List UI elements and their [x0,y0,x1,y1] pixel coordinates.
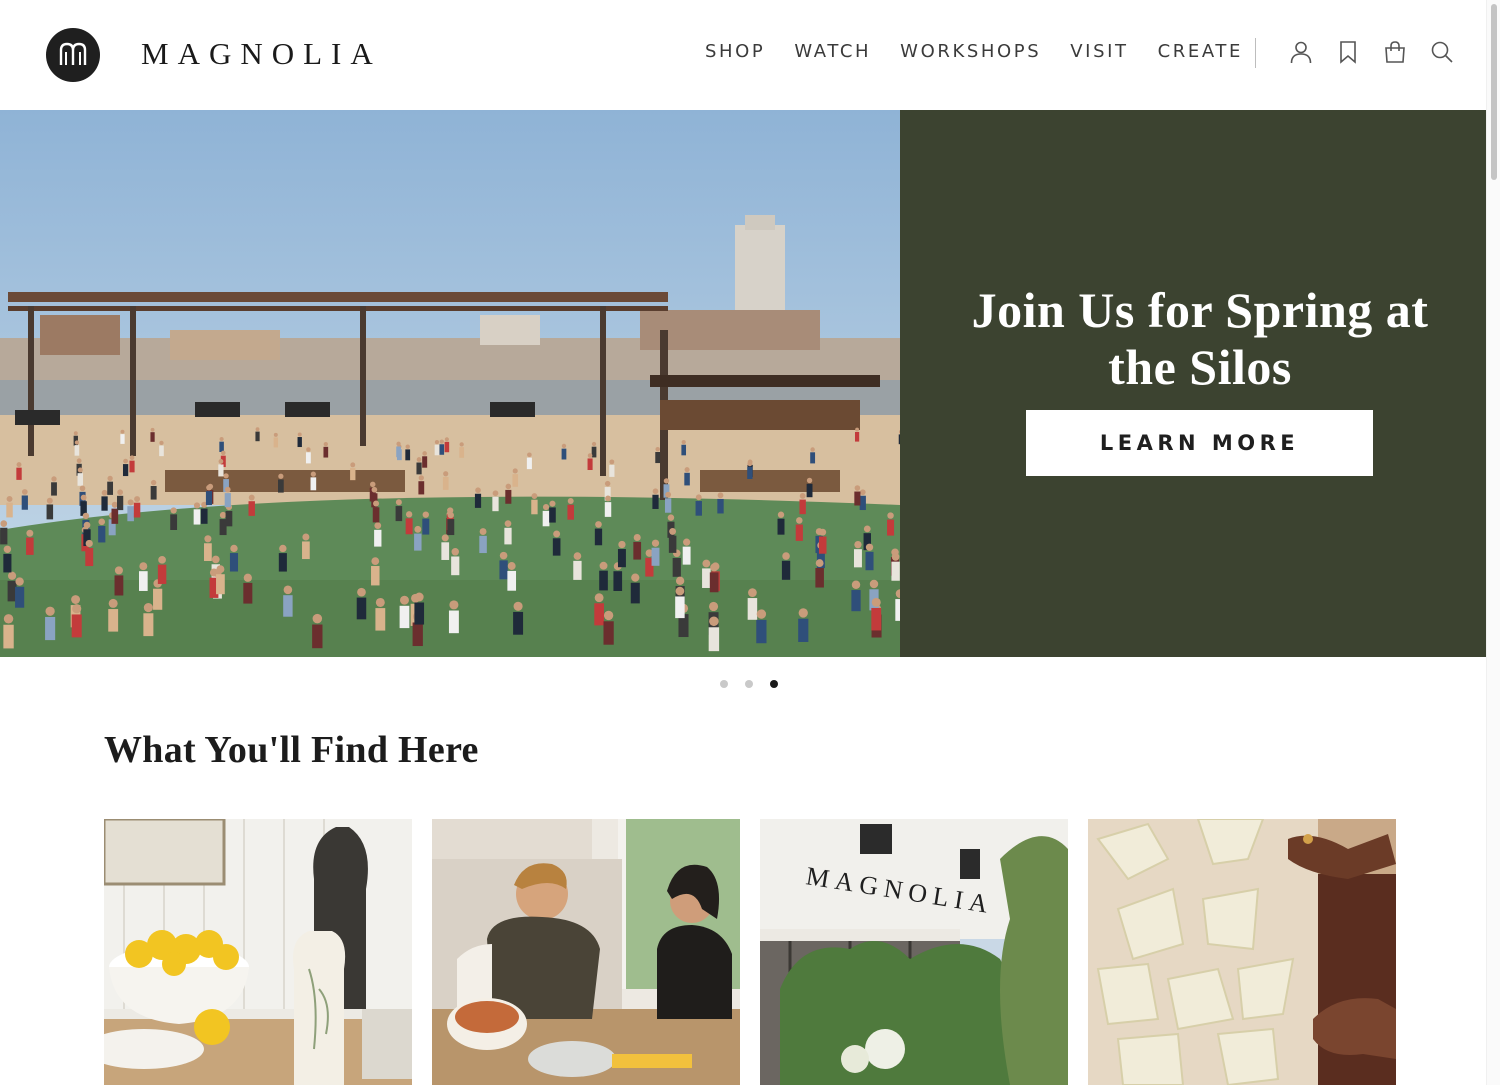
hero-title: Join Us for Spring at the Silos [971,282,1429,395]
nav-shop[interactable]: SHOP [705,41,765,62]
shopping-bag-icon[interactable] [1383,40,1407,64]
nav-divider [1255,38,1256,68]
bookmark-icon[interactable] [1336,40,1360,64]
scrollbar-thumb[interactable] [1491,4,1497,180]
hero-image [0,110,900,657]
nav-visit[interactable]: VISIT [1070,41,1128,62]
carousel-dot-3[interactable] [770,680,778,688]
card-lemons-tableware[interactable] [104,819,412,1085]
magnolia-logo-icon[interactable] [46,28,100,82]
main-nav: SHOP WATCH WORKSHOPS VISIT CREATE [705,41,1243,62]
brand-wordmark[interactable]: MAGNOLIA [141,36,382,72]
card-couple-cooking[interactable] [432,819,740,1085]
nav-workshops[interactable]: WORKSHOPS [900,41,1041,62]
user-icon[interactable] [1289,40,1313,64]
nav-watch[interactable]: WATCH [794,41,871,62]
hero-panel: Join Us for Spring at the Silos LEARN MO… [900,110,1500,657]
carousel-dots [720,680,778,688]
search-icon[interactable] [1430,40,1454,64]
card-magnolia-storefront[interactable]: MAGNOLIA [760,819,1068,1085]
carousel-dot-2[interactable] [745,680,753,688]
site-header: MAGNOLIA SHOP WATCH WORKSHOPS VISIT CREA… [0,0,1500,110]
card-scones-dough[interactable] [1088,819,1396,1085]
learn-more-button[interactable]: LEARN MORE [1026,410,1373,476]
section-title: What You'll Find Here [104,729,479,771]
nav-create[interactable]: CREATE [1158,41,1243,62]
hero-carousel: Join Us for Spring at the Silos LEARN MO… [0,110,1500,657]
page-scrollbar[interactable] [1486,0,1500,1085]
carousel-dot-1[interactable] [720,680,728,688]
